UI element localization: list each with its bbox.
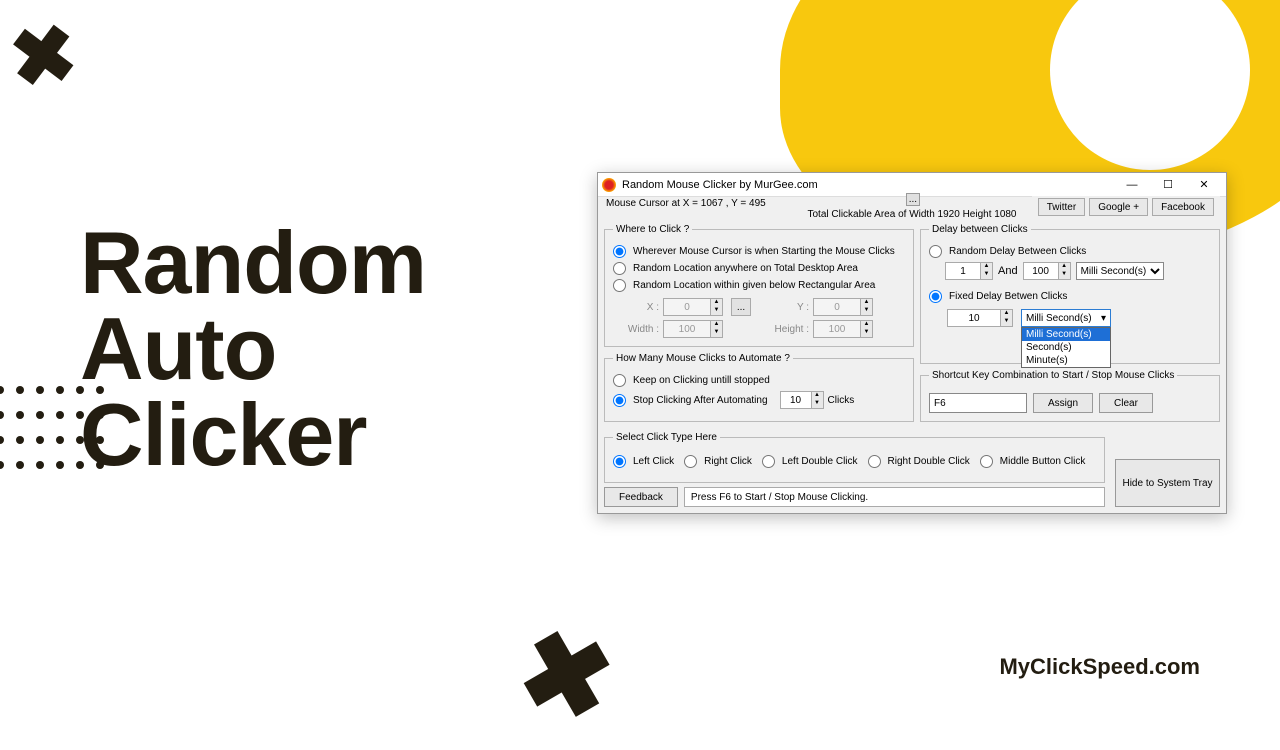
howmany-opt-keep: Keep on Clicking untill stopped	[633, 375, 770, 386]
delay-unit-option-min[interactable]: Minute(s)	[1022, 354, 1110, 367]
howmany-unit: Clicks	[828, 395, 855, 406]
delay-unit-option-ms[interactable]: Milli Second(s)	[1022, 328, 1110, 341]
where-opt-desktop: Random Location anywhere on Total Deskto…	[633, 263, 858, 274]
w-up[interactable]: ▲	[711, 321, 722, 329]
twitter-button[interactable]: Twitter	[1038, 198, 1085, 216]
x-label: X :	[613, 302, 659, 313]
where-opt-rect: Random Location within given below Recta…	[633, 280, 875, 291]
status-bar	[684, 487, 1105, 507]
where-opt-cursor: Wherever Mouse Cursor is when Starting t…	[633, 246, 895, 257]
where-radio-rect[interactable]	[613, 279, 626, 292]
delay-unit-option-sec[interactable]: Second(s)	[1022, 341, 1110, 354]
page-title: Random Auto Clicker	[80, 220, 426, 479]
delay-random-unit-select[interactable]: Milli Second(s)	[1076, 262, 1164, 280]
where-legend: Where to Click ?	[613, 224, 692, 235]
how-many-group: How Many Mouse Clicks to Automate ? Keep…	[604, 353, 914, 422]
title-line-1: Random	[80, 213, 426, 312]
shortcut-legend: Shortcut Key Combination to Start / Stop…	[929, 370, 1177, 381]
where-radio-desktop[interactable]	[613, 262, 626, 275]
shortcut-key-input[interactable]	[929, 393, 1027, 413]
clicktype-radio-left[interactable]	[613, 455, 626, 468]
bg-x-icon: ✖	[4, 6, 83, 107]
shortcut-group: Shortcut Key Combination to Start / Stop…	[920, 370, 1220, 422]
delay-min-input[interactable]	[945, 262, 981, 280]
app-window: Random Mouse Clicker by MurGee.com — ☐ ✕…	[597, 172, 1227, 514]
delay-and-label: And	[998, 265, 1018, 277]
pick-cursor-button[interactable]: ...	[906, 193, 920, 206]
clicktype-group: Select Click Type Here Left Click Right …	[604, 432, 1105, 483]
howmany-radio-stop[interactable]	[613, 394, 626, 407]
x-input[interactable]	[663, 298, 711, 316]
delay-legend: Delay between Clicks	[929, 224, 1031, 235]
facebook-button[interactable]: Facebook	[1152, 198, 1214, 216]
howmany-opt-stop: Stop Clicking After Automating	[633, 395, 768, 406]
minimize-button[interactable]: —	[1114, 174, 1150, 196]
delay-radio-fixed[interactable]	[929, 290, 942, 303]
clicktype-legend: Select Click Type Here	[613, 432, 720, 443]
assign-button[interactable]: Assign	[1033, 393, 1093, 413]
maximize-button[interactable]: ☐	[1150, 174, 1186, 196]
chevron-down-icon: ▾	[1101, 313, 1106, 324]
app-icon	[602, 178, 616, 192]
h-down[interactable]: ▼	[861, 329, 872, 337]
footer-brand: MyClickSpeed.com	[999, 654, 1200, 680]
clear-button[interactable]: Clear	[1099, 393, 1153, 413]
where-radio-cursor[interactable]	[613, 245, 626, 258]
title-line-2: Auto	[80, 299, 276, 398]
feedback-button[interactable]: Feedback	[604, 487, 678, 507]
clicktype-radio-right-dbl[interactable]	[868, 455, 881, 468]
clicktype-radio-left-dbl[interactable]	[762, 455, 775, 468]
height-label: Height :	[763, 324, 809, 335]
y-down[interactable]: ▼	[861, 307, 872, 315]
count-down[interactable]: ▼	[812, 400, 823, 408]
y-input[interactable]	[813, 298, 861, 316]
x-down[interactable]: ▼	[711, 307, 722, 315]
howmany-radio-keep[interactable]	[613, 374, 626, 387]
x-up[interactable]: ▲	[711, 299, 722, 307]
delay-opt-random: Random Delay Between Clicks	[949, 246, 1086, 257]
pick-rect-button[interactable]: ...	[731, 298, 751, 316]
delay-group: Delay between Clicks Random Delay Betwee…	[920, 224, 1220, 364]
delay-unit-dropdown-list: Milli Second(s) Second(s) Minute(s)	[1021, 327, 1111, 368]
width-input[interactable]	[663, 320, 711, 338]
h-up[interactable]: ▲	[861, 321, 872, 329]
where-to-click-group: Where to Click ? Wherever Mouse Cursor i…	[604, 224, 914, 347]
clicktype-radio-right[interactable]	[684, 455, 697, 468]
delay-opt-fixed: Fixed Delay Betwen Clicks	[949, 291, 1067, 302]
delay-fixed-input[interactable]	[947, 309, 1001, 327]
howmany-count-input[interactable]	[780, 391, 812, 409]
cursor-status: Mouse Cursor at X = 1067 , Y = 495	[606, 198, 766, 209]
howmany-legend: How Many Mouse Clicks to Automate ?	[613, 353, 793, 364]
y-label: Y :	[763, 302, 809, 313]
delay-max-input[interactable]	[1023, 262, 1059, 280]
googleplus-button[interactable]: Google +	[1089, 198, 1148, 216]
window-title: Random Mouse Clicker by MurGee.com	[622, 179, 1114, 191]
clicktype-radio-middle[interactable]	[980, 455, 993, 468]
height-input[interactable]	[813, 320, 861, 338]
y-up[interactable]: ▲	[861, 299, 872, 307]
delay-radio-random[interactable]	[929, 245, 942, 258]
hide-to-tray-button[interactable]: Hide to System Tray	[1115, 459, 1220, 507]
count-up[interactable]: ▲	[812, 392, 823, 400]
width-label: Width :	[613, 324, 659, 335]
bg-x-icon: ✖	[505, 602, 627, 749]
title-line-3: Clicker	[80, 385, 367, 484]
delay-fixed-unit-select[interactable]: Milli Second(s)▾	[1021, 309, 1111, 327]
w-down[interactable]: ▼	[711, 329, 722, 337]
close-button[interactable]: ✕	[1186, 174, 1222, 196]
